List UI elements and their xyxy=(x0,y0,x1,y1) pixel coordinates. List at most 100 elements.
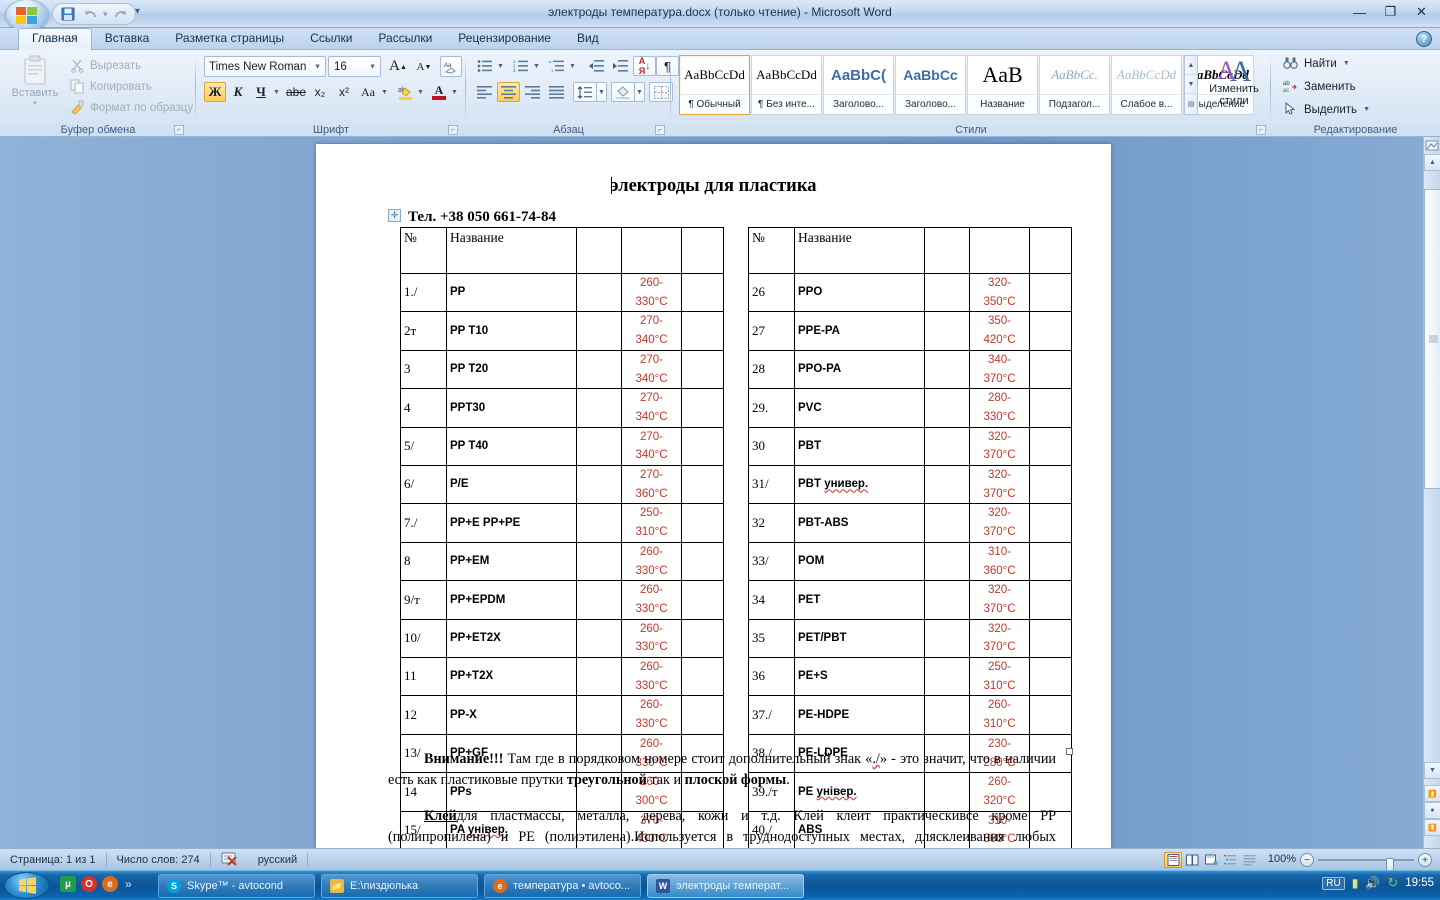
table-row[interactable]: 35 PET/PBT 320-370°C xyxy=(748,618,1072,659)
tab-references[interactable]: Ссылки xyxy=(297,28,365,50)
chevron-down-icon[interactable]: ▼ xyxy=(369,63,376,70)
scroll-up-button[interactable]: ▲ xyxy=(1424,154,1440,171)
shading-button[interactable] xyxy=(611,82,635,102)
table-row[interactable]: 30 PBT 320-370°C xyxy=(748,426,1072,467)
change-case-dropdown-icon[interactable]: ▼ xyxy=(379,82,390,102)
paste-dropdown-icon[interactable]: ▾ xyxy=(33,99,37,107)
language-indicator[interactable]: русский xyxy=(248,851,307,869)
table-row[interactable]: 36 PE+S 250-310°C xyxy=(748,657,1072,697)
web-layout-view-button[interactable] xyxy=(1202,852,1220,868)
font-dialog-launcher[interactable]: ⌐ xyxy=(448,125,458,135)
zoom-out-button[interactable]: − xyxy=(1300,853,1314,867)
draft-view-button[interactable] xyxy=(1240,852,1258,868)
table-row[interactable]: 3 PP T20 270-340°C xyxy=(400,349,724,390)
superscript-button[interactable]: x² xyxy=(332,82,356,102)
change-case-button[interactable]: Aa xyxy=(356,82,380,102)
table-row[interactable]: 6/P/E 270-360°C xyxy=(400,465,724,505)
table-row[interactable]: 4 PPT30 270-340°C xyxy=(400,388,724,428)
style-no-spacing[interactable]: AaBbCcDd ¶ Без инте... xyxy=(751,55,822,115)
font-color-dropdown-icon[interactable]: ▼ xyxy=(449,82,460,102)
align-center-button[interactable] xyxy=(497,82,520,102)
highlight-dropdown-icon[interactable]: ▼ xyxy=(415,82,426,102)
taskbar-item-skype[interactable]: S Skype™ - avtocond xyxy=(158,874,315,898)
underline-button[interactable]: Ч xyxy=(250,82,272,102)
paste-button[interactable]: Вставить ▾ xyxy=(8,55,62,117)
decrease-indent-button[interactable] xyxy=(584,56,607,76)
replace-button[interactable]: ab ac Заменить xyxy=(1283,79,1356,95)
table-row[interactable]: 2т PP T10 270-340°C xyxy=(400,311,724,351)
tab-view[interactable]: Вид xyxy=(564,28,612,50)
table-row[interactable]: 8 PP+EM 260-330°C xyxy=(400,541,724,582)
opera-icon[interactable]: O xyxy=(81,876,97,892)
underline-dropdown-icon[interactable]: ▼ xyxy=(271,82,282,102)
table-row[interactable]: 12 PP-X 260-330°C xyxy=(400,695,724,735)
firefox-icon[interactable]: e xyxy=(102,876,118,892)
table-row[interactable]: 33/POM 310-360°C xyxy=(748,541,1072,582)
format-painter-button[interactable]: Формат по образцу xyxy=(70,100,193,115)
close-button[interactable]: ✕ xyxy=(1407,2,1436,22)
paragraph-dialog-launcher[interactable]: ⌐ xyxy=(655,125,665,135)
select-button[interactable]: Выделить ▼ xyxy=(1283,101,1370,117)
zoom-track[interactable] xyxy=(1318,858,1414,873)
taskbar-item-explorer[interactable]: 📁 E:\пиздюлька xyxy=(321,874,478,898)
font-color-button[interactable]: A xyxy=(428,82,450,102)
zoom-level[interactable]: 100% xyxy=(1268,853,1296,865)
table-row[interactable]: 34 PET 320-370°C xyxy=(748,580,1072,620)
italic-button[interactable]: К xyxy=(227,82,249,102)
document-page[interactable]: электроды для пластика ✛ Тел. +38 050 66… xyxy=(316,144,1111,848)
subscript-button[interactable]: x₂ xyxy=(308,82,332,102)
clock[interactable]: 19:55 xyxy=(1405,877,1434,889)
font-size-combo[interactable]: 16 ▼ xyxy=(328,56,381,77)
outline-view-button[interactable] xyxy=(1221,852,1239,868)
tab-page-layout[interactable]: Разметка страницы xyxy=(162,28,297,50)
styles-scroll-up-icon[interactable]: ▲ xyxy=(1185,56,1197,75)
vertical-scrollbar[interactable]: ▲ ▼ ⏫ ● ⏬ xyxy=(1423,137,1440,848)
styles-scrollbar[interactable]: ▲ ▼ ▤ xyxy=(1184,55,1198,115)
multilevel-dropdown-icon[interactable]: ▼ xyxy=(567,56,578,76)
word-count[interactable]: Число слов: 274 xyxy=(107,851,210,869)
minimize-button[interactable]: — xyxy=(1345,2,1374,22)
table-resize-handle[interactable] xyxy=(1066,748,1073,755)
bullets-button[interactable] xyxy=(473,56,496,76)
select-browse-button[interactable]: ● xyxy=(1424,802,1440,819)
align-left-button[interactable] xyxy=(473,82,496,102)
table-row[interactable]: 7./PP+E PP+PE 250-310°C xyxy=(400,503,724,543)
scrollbar-thumb[interactable] xyxy=(1424,189,1440,489)
styles-more-icon[interactable]: ▤ xyxy=(1185,94,1197,113)
numbering-dropdown-icon[interactable]: ▼ xyxy=(531,56,542,76)
utorrent-icon[interactable]: µ xyxy=(60,876,76,892)
change-styles-button[interactable]: A A Изменить стили xyxy=(1202,55,1266,117)
table-row[interactable]: 29. PVC 280-330°C xyxy=(748,388,1072,428)
strikethrough-button[interactable]: abe xyxy=(284,82,308,102)
scroll-down-button[interactable]: ▼ xyxy=(1424,762,1440,779)
shading-dropdown-icon[interactable]: ▼ xyxy=(634,82,645,102)
select-dropdown-icon[interactable]: ▼ xyxy=(1363,106,1370,113)
sort-button[interactable]: A Я ↓ xyxy=(633,56,656,76)
taskbar-item-word[interactable]: W электроды температ... xyxy=(647,874,804,898)
align-right-button[interactable] xyxy=(521,82,544,102)
restore-button[interactable]: ❐ xyxy=(1376,2,1405,22)
clear-formatting-button[interactable]: Aa xyxy=(440,56,462,77)
start-button[interactable] xyxy=(4,872,50,899)
document-canvas[interactable]: электроды для пластика ✛ Тел. +38 050 66… xyxy=(0,137,1440,848)
previous-page-button[interactable]: ⏫ xyxy=(1424,785,1440,802)
taskbar-item-firefox[interactable]: e температура • avtoco... xyxy=(484,874,641,898)
tab-home[interactable]: Главная xyxy=(18,28,92,50)
line-spacing-dropdown-icon[interactable]: ▼ xyxy=(596,82,607,102)
find-dropdown-icon[interactable]: ▼ xyxy=(1343,60,1350,67)
font-name-combo[interactable]: Times New Roman ▼ xyxy=(204,56,326,77)
clipboard-dialog-launcher[interactable]: ⌐ xyxy=(174,125,184,135)
table-row[interactable]: 1./PP 260-330°C xyxy=(400,272,724,313)
table-row[interactable]: 11 PP+T2X 260-330°C xyxy=(400,657,724,697)
help-icon[interactable]: ? xyxy=(1416,31,1432,47)
shrink-font-button[interactable]: A ▼ xyxy=(412,56,436,77)
style-subtitle[interactable]: AaBbCc. Подзагол... xyxy=(1039,55,1110,115)
style-heading-1[interactable]: AaBbC( Заголово... xyxy=(823,55,894,115)
multilevel-list-button[interactable]: a 1 xyxy=(545,56,568,76)
find-button[interactable]: Найти ▼ xyxy=(1283,56,1350,71)
quicklaunch-more-icon[interactable]: » xyxy=(125,877,132,891)
bold-button[interactable]: Ж xyxy=(204,82,226,102)
increase-indent-button[interactable] xyxy=(608,56,631,76)
line-spacing-button[interactable] xyxy=(573,82,597,102)
table-move-handle[interactable]: ✛ xyxy=(388,209,401,222)
